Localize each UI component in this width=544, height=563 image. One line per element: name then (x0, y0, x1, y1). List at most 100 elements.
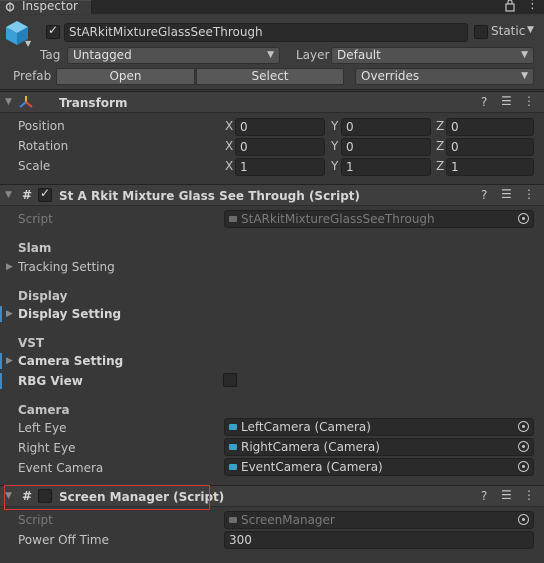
rotation-y-field[interactable]: 0 (341, 138, 431, 156)
position-x-field[interactable]: 0 (235, 118, 325, 136)
object-picker-icon[interactable] (518, 461, 529, 472)
gameobject-name-field[interactable]: StARkitMixtureGlassSeeThrough (64, 23, 468, 42)
prefab-open-button[interactable]: Open (56, 68, 195, 85)
lock-icon[interactable] (504, 0, 516, 12)
tracking-setting-foldout[interactable]: Tracking Setting (18, 260, 115, 274)
inspector-icon (5, 2, 15, 12)
scale-x-axis: X (225, 159, 234, 173)
chevron-down-icon: ▼ (521, 50, 528, 60)
script-file-icon (229, 216, 237, 222)
scale-label: Scale (18, 159, 51, 173)
component-menu-icon[interactable]: ⋮ (523, 94, 535, 108)
component-menu-icon[interactable]: ⋮ (523, 187, 535, 201)
transform-component-header[interactable]: ▼ Transform ? ☰ ⋮ (0, 91, 544, 113)
tag-label: Tag (40, 48, 61, 62)
component-menu-icon[interactable]: ⋮ (523, 488, 535, 502)
highlight-box (4, 485, 210, 510)
object-picker-icon[interactable] (518, 441, 529, 452)
position-z-axis: Z (436, 119, 445, 133)
script-component-body: Script StARkitMixtureGlassSeeThrough Sla… (0, 207, 544, 482)
prefab-label: Prefab (13, 69, 52, 83)
tab-inspector[interactable]: Inspector (0, 0, 92, 14)
foldout-right-icon[interactable]: ▶ (6, 262, 13, 272)
static-checkbox[interactable] (474, 25, 488, 39)
position-label: Position (18, 119, 65, 133)
tag-dropdown[interactable]: Untagged ▼ (67, 47, 280, 64)
foldout-arrow-icon[interactable]: ▼ (5, 97, 12, 107)
script-component-title: St A Rkit Mixture Glass See Through (Scr… (59, 189, 361, 203)
foldout-right-icon[interactable]: ▶ (6, 309, 13, 319)
rotation-label: Rotation (18, 139, 69, 153)
transform-title: Transform (59, 96, 128, 110)
right-eye-field[interactable]: RightCamera (Camera) (224, 438, 534, 456)
screen-manager-script-value: ScreenManager (241, 513, 335, 527)
rotation-x-field[interactable]: 0 (235, 138, 325, 156)
window-tab-bar: Inspector ⋮ (0, 0, 544, 14)
prefab-overrides-dropdown[interactable]: Overrides ▼ (355, 68, 534, 85)
left-eye-label: Left Eye (18, 421, 67, 435)
script-component-header[interactable]: ▼ # St A Rkit Mixture Glass See Through … (0, 184, 544, 206)
rotation-z-field[interactable]: 0 (446, 138, 534, 156)
position-y-field[interactable]: 0 (341, 118, 431, 136)
modified-indicator (0, 353, 2, 369)
foldout-arrow-icon[interactable]: ▼ (5, 190, 12, 200)
scale-x-field[interactable]: 1 (235, 158, 325, 176)
gameobject-header: ▼ StARkitMixtureGlassSeeThrough Static ▼… (0, 15, 544, 90)
script-reference-field: StARkitMixtureGlassSeeThrough (224, 210, 534, 228)
script-hash-icon: # (22, 188, 33, 202)
chevron-down-icon: ▼ (521, 71, 528, 81)
camera-icon (229, 424, 237, 430)
help-icon[interactable]: ? (481, 95, 487, 109)
vst-header: VST (18, 336, 45, 350)
scale-y-field[interactable]: 1 (341, 158, 431, 176)
help-icon[interactable]: ? (481, 188, 487, 202)
camera-setting-foldout[interactable]: Camera Setting (18, 354, 123, 368)
event-camera-value: EventCamera (Camera) (241, 460, 383, 474)
object-picker-icon[interactable] (518, 421, 529, 432)
transform-body: Position X 0 Y 0 Z 0 Rotation X 0 Y 0 Z … (0, 114, 544, 184)
script-file-icon (229, 517, 237, 523)
modified-indicator (0, 306, 2, 322)
gameobject-active-checkbox[interactable] (46, 23, 60, 39)
position-z-field[interactable]: 0 (446, 118, 534, 136)
power-off-time-field[interactable]: 300 (224, 531, 534, 549)
right-eye-label: Right Eye (18, 441, 76, 455)
help-icon[interactable]: ? (481, 489, 487, 503)
screen-manager-script-label: Script (18, 513, 53, 527)
rbg-view-label: RBG View (18, 374, 83, 388)
display-setting-foldout[interactable]: Display Setting (18, 307, 121, 321)
right-eye-value: RightCamera (Camera) (241, 440, 380, 454)
left-eye-value: LeftCamera (Camera) (241, 420, 371, 434)
presets-icon[interactable]: ☰ (501, 488, 512, 502)
layer-label: Layer (296, 48, 330, 62)
rotation-x-axis: X (225, 139, 234, 153)
scale-z-field[interactable]: 1 (446, 158, 534, 176)
script-label: Script (18, 212, 53, 226)
layer-dropdown[interactable]: Default ▼ (331, 47, 534, 64)
icon-dropdown-arrow-icon[interactable]: ▼ (25, 39, 31, 48)
script-enabled-checkbox[interactable] (38, 186, 52, 202)
event-camera-field[interactable]: EventCamera (Camera) (224, 458, 534, 476)
kebab-menu-icon[interactable]: ⋮ (526, 0, 539, 12)
script-reference-value: StARkitMixtureGlassSeeThrough (241, 212, 435, 226)
presets-icon[interactable]: ☰ (501, 94, 512, 108)
left-eye-field[interactable]: LeftCamera (Camera) (224, 418, 534, 436)
prefab-select-button[interactable]: Select (196, 68, 344, 85)
scale-z-axis: Z (436, 159, 445, 173)
static-dropdown-arrow-icon[interactable]: ▼ (527, 25, 534, 35)
transform-icon (19, 96, 33, 108)
scale-y-axis: Y (331, 159, 339, 173)
presets-icon[interactable]: ☰ (501, 187, 512, 201)
static-label: Static (491, 24, 526, 38)
position-x-axis: X (225, 119, 234, 133)
modified-indicator (0, 373, 2, 389)
foldout-right-icon[interactable]: ▶ (6, 356, 13, 366)
display-header: Display (18, 289, 68, 303)
position-y-axis: Y (331, 119, 339, 133)
rbg-view-checkbox[interactable] (223, 373, 237, 387)
tab-inspector-label: Inspector (22, 0, 78, 13)
chevron-down-icon: ▼ (267, 50, 274, 60)
camera-icon (229, 444, 237, 450)
overrides-label: Overrides (361, 69, 420, 83)
tag-value: Untagged (73, 48, 132, 62)
